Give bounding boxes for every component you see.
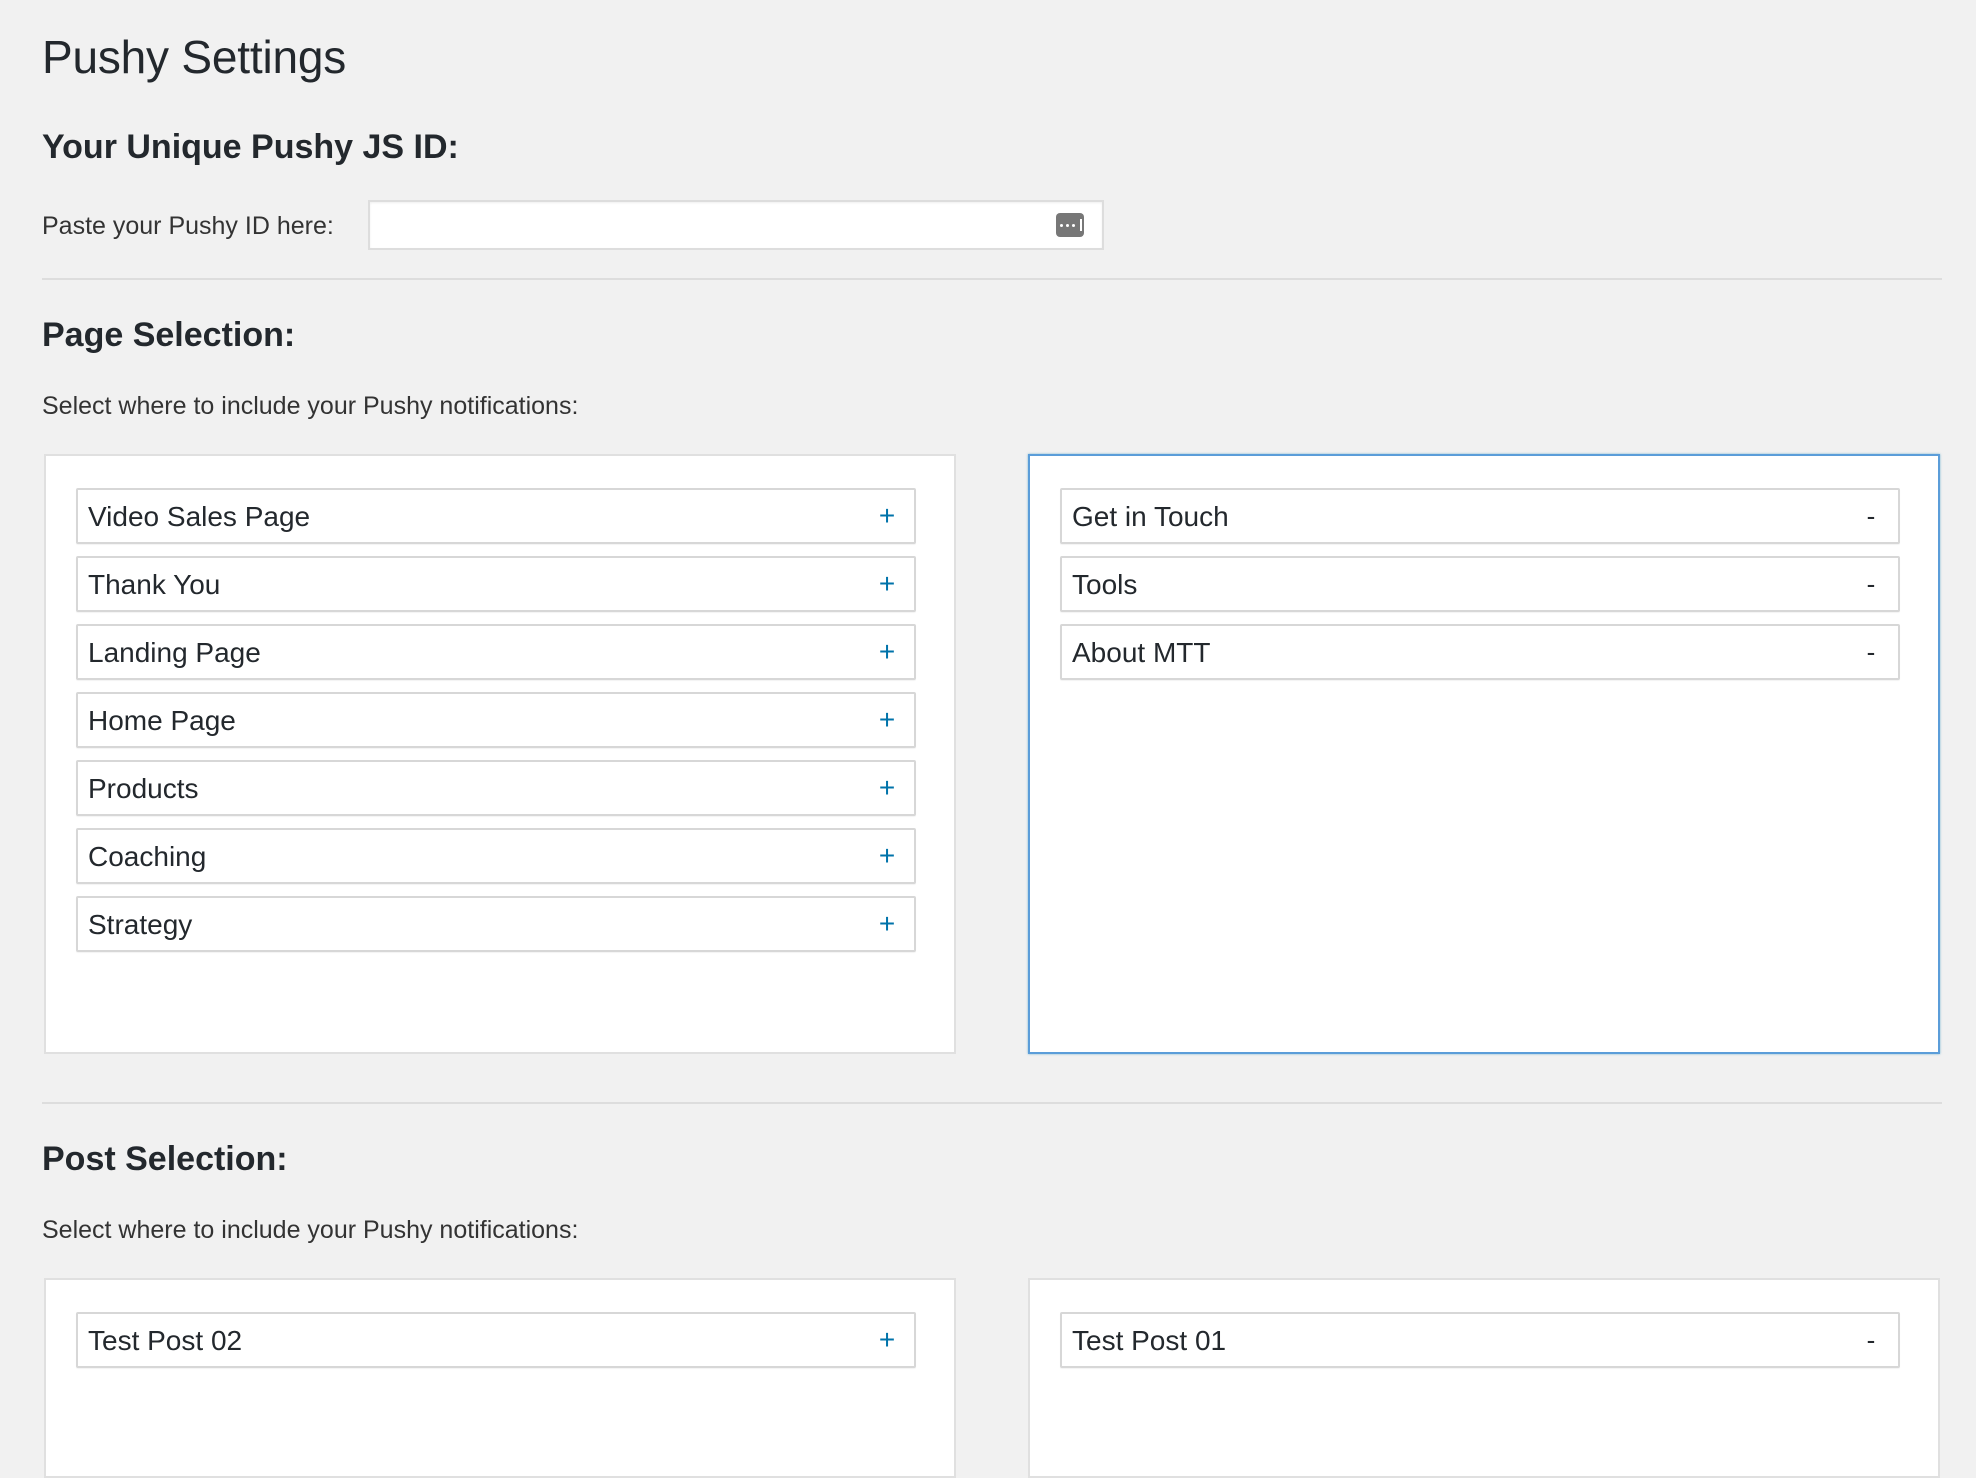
post-selection-description: Select where to include your Pushy notif… (42, 1216, 579, 1244)
divider (42, 278, 1942, 280)
add-page-button[interactable]: + (872, 838, 902, 874)
remove-page-button[interactable]: - (1856, 566, 1886, 602)
item-label: Landing Page (88, 637, 261, 668)
item-label: Thank You (88, 569, 221, 600)
add-page-button[interactable]: + (872, 702, 902, 738)
add-page-button[interactable]: + (872, 634, 902, 670)
pushy-id-input[interactable] (368, 200, 1104, 250)
remove-page-button[interactable]: - (1856, 634, 1886, 670)
list-item: About MTT - (1060, 624, 1900, 680)
remove-post-button[interactable]: - (1856, 1322, 1886, 1358)
item-label: About MTT (1072, 637, 1211, 668)
list-item: Home Page + (76, 692, 916, 748)
page-title: Pushy Settings (42, 31, 347, 83)
list-item: Test Post 01 - (1060, 1312, 1900, 1368)
available-posts-list[interactable]: Test Post 02 + (44, 1278, 956, 1478)
list-item: Coaching + (76, 828, 916, 884)
selected-posts-list[interactable]: Test Post 01 - (1028, 1278, 1940, 1478)
list-item: Test Post 02 + (76, 1312, 916, 1368)
password-manager-icon[interactable] (1056, 213, 1084, 237)
item-label: Products (88, 773, 199, 804)
page-selection-description: Select where to include your Pushy notif… (42, 392, 579, 420)
item-label: Get in Touch (1072, 501, 1229, 532)
selected-pages-list[interactable]: Get in Touch - Tools - About MTT - (1028, 454, 1940, 1054)
add-page-button[interactable]: + (872, 906, 902, 942)
id-section-heading: Your Unique Pushy JS ID: (42, 128, 459, 166)
item-label: Test Post 01 (1072, 1325, 1227, 1356)
list-item: Video Sales Page + (76, 488, 916, 544)
list-item: Tools - (1060, 556, 1900, 612)
item-label: Video Sales Page (88, 501, 311, 532)
post-selection-heading: Post Selection: (42, 1140, 288, 1178)
item-label: Strategy (88, 909, 193, 940)
list-item: Strategy + (76, 896, 916, 952)
item-label: Test Post 02 (88, 1325, 243, 1356)
list-item: Thank You + (76, 556, 916, 612)
item-label: Home Page (88, 705, 236, 736)
add-page-button[interactable]: + (872, 566, 902, 602)
list-item: Get in Touch - (1060, 488, 1900, 544)
id-field-label: Paste your Pushy ID here: (42, 212, 334, 240)
page-selection-heading: Page Selection: (42, 316, 296, 354)
add-post-button[interactable]: + (872, 1322, 902, 1358)
divider (42, 1102, 1942, 1104)
remove-page-button[interactable]: - (1856, 498, 1886, 534)
list-item: Products + (76, 760, 916, 816)
item-label: Tools (1072, 569, 1138, 600)
available-pages-list[interactable]: Video Sales Page + Thank You + Landing P… (44, 454, 956, 1054)
list-item: Landing Page + (76, 624, 916, 680)
item-label: Coaching (88, 841, 207, 872)
add-page-button[interactable]: + (872, 498, 902, 534)
add-page-button[interactable]: + (872, 770, 902, 806)
